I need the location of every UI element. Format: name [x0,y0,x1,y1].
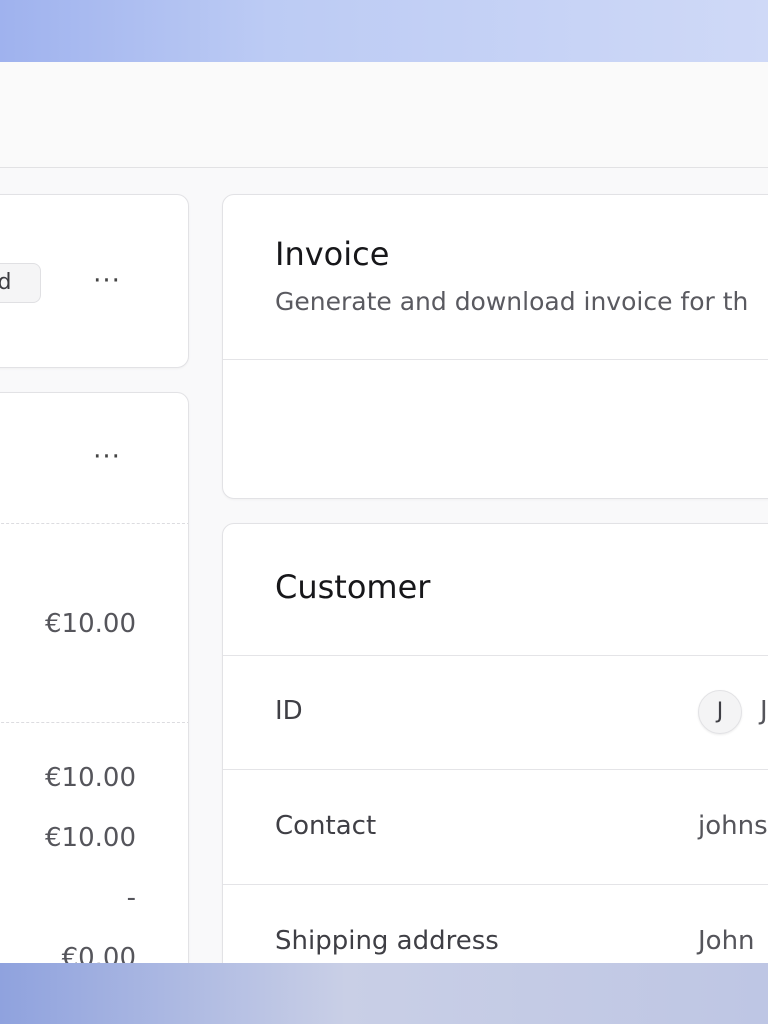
dashed-divider [0,722,188,723]
customer-contact-label: Contact [275,811,377,841]
invoice-subtitle: Generate and download invoice for th [275,287,749,316]
top-bar [0,62,768,168]
tax-amount: €0.00 [61,943,136,963]
order-details-page: ed ··· ··· €10.00 €10.00 €10.00 - €0.00 … [0,62,768,963]
card-divider [223,655,768,656]
more-horizontal-icon[interactable]: ··· [87,444,127,470]
more-horizontal-icon[interactable]: ··· [87,268,127,294]
invoice-title: Invoice [275,235,390,273]
subtotal-amount: €10.00 [45,763,136,793]
customer-id-value[interactable]: J [760,696,768,726]
customer-title: Customer [275,568,431,606]
invoice-card: Invoice Generate and download invoice fo… [222,194,768,499]
order-summary-card: ··· €10.00 €10.00 €10.00 - €0.00 [0,392,189,963]
card-divider [223,769,768,770]
avatar: J [698,690,742,734]
customer-card: Customer ID J J Contact johns Shipping a… [222,523,768,963]
order-status-card: ed ··· [0,194,189,368]
status-badge: ed [0,263,41,303]
window-backdrop-top [0,0,768,62]
card-divider [223,884,768,885]
customer-contact-value[interactable]: johns [698,811,768,841]
window-backdrop-bottom [0,963,768,1024]
dashed-divider [0,523,188,524]
discount-amount: - [126,883,136,913]
shipping-address-label: Shipping address [275,926,499,956]
shipping-address-value: John [698,926,755,956]
customer-id-label: ID [275,696,303,726]
card-divider [223,359,768,360]
total-amount: €10.00 [45,823,136,853]
item-amount: €10.00 [45,609,136,639]
